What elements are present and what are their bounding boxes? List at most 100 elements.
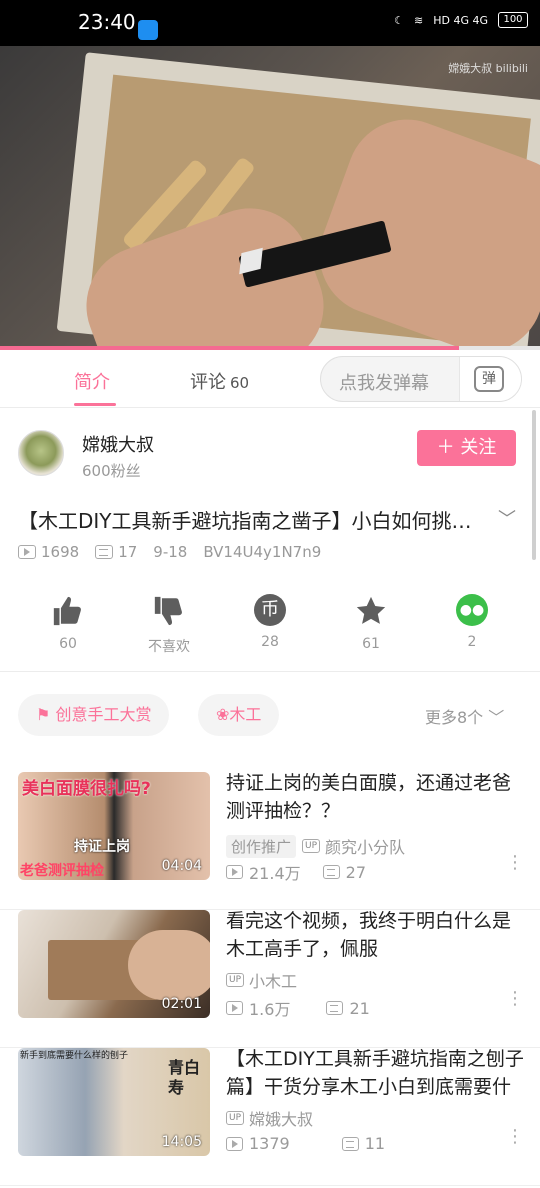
favorite-count: 61 xyxy=(362,636,380,652)
dislike-label: 不喜欢 xyxy=(148,639,190,655)
tab-active-indicator xyxy=(74,403,116,406)
thumb-caption: 美白面膜很扎吗? xyxy=(22,779,151,799)
author-name[interactable]: 嫦娥大叔 xyxy=(82,431,154,457)
follow-button[interactable]: ＋ 关注 xyxy=(417,430,516,466)
uploader-name: 小木工 xyxy=(249,972,298,991)
status-time: 23:40 xyxy=(78,10,136,34)
play-count-icon xyxy=(226,1136,243,1151)
tab-comments-count: 60 xyxy=(230,374,250,392)
video-thumbnail[interactable]: 美白面膜很扎吗? 持证上岗 老爸测评抽检 04:04 xyxy=(18,772,210,880)
danmaku-count: 11 xyxy=(364,1134,386,1153)
more-options-icon[interactable]: ⋮ xyxy=(506,1128,524,1146)
thumbs-down-icon xyxy=(152,594,186,628)
uploader-row: 创作推广 UP 颜究小分队 xyxy=(226,834,405,858)
more-options-icon[interactable]: ⋮ xyxy=(506,854,524,872)
promo-badge: 创作推广 xyxy=(226,834,297,858)
thumb-hand xyxy=(128,930,210,1000)
author-fans: 600粉丝 xyxy=(82,462,141,480)
video-duration: 04:04 xyxy=(161,858,202,874)
tab-intro[interactable]: 简介 xyxy=(74,368,110,394)
danmaku-count: 17 xyxy=(118,543,138,561)
thumb-caption: 青白寿 xyxy=(168,1058,201,1097)
view-count: 1698 xyxy=(41,543,80,561)
play-count-icon xyxy=(18,545,36,559)
video-watermark: 嫦娥大叔 bilibili xyxy=(448,62,528,75)
battery-icon: 100 xyxy=(498,12,528,28)
tab-comments[interactable]: 评论 60 xyxy=(190,368,249,394)
danmaku-placeholder: 点我发弹幕 xyxy=(339,373,429,394)
coin-count: 28 xyxy=(261,634,279,650)
action-bar: 60 不喜欢 币 28 61 ●● 2 xyxy=(0,594,540,672)
like-count: 60 xyxy=(59,636,77,652)
chevron-down-icon: ﹀ xyxy=(488,708,505,727)
tab-comments-label: 评论 xyxy=(190,372,226,393)
flag-icon: ⚑ xyxy=(36,705,51,724)
danmaku-count-icon xyxy=(322,865,340,879)
danmaku-count: 27 xyxy=(345,862,366,882)
video-title[interactable]: 【木工DIY工具新手避坑指南之凿子】小白如何挑选凿子 xyxy=(18,505,488,534)
publish-date: 9-18 xyxy=(153,543,188,561)
tag-chip[interactable]: ⚑ 创意手工大赏 xyxy=(18,694,170,736)
recommendation-title: 持证上岗的美白面膜，还通过老爸测评抽检？？ xyxy=(226,772,512,822)
danmaku-count-icon xyxy=(341,1136,359,1151)
up-badge-icon: UP xyxy=(226,973,245,987)
plus-icon: ＋ xyxy=(436,437,455,458)
status-bar: 23:40 ☾ ≋ HD 4G 4G 100 xyxy=(0,0,540,46)
video-duration: 02:01 xyxy=(161,996,202,1012)
view-count: 21.4万 xyxy=(249,864,301,883)
share-button[interactable]: ●● 2 xyxy=(422,594,522,650)
thumb-caption: 持证上岗 xyxy=(74,839,130,855)
favorite-button[interactable]: 61 xyxy=(321,594,421,652)
recommendation-title: 【木工DIY工具新手避坑指南之刨子篇】干货分享木工小白到底需要什么样的刨子 xyxy=(226,1048,524,1098)
list-item[interactable]: 02:01 看完这个视频，我终于明白什么是木工高手了，佩服 UP 小木工 1.6万… xyxy=(0,910,540,1048)
up-badge-icon: UP xyxy=(302,839,321,853)
video-stats: 1698 17 9-18 BV14U4y1N7n9 xyxy=(18,543,337,561)
video-duration: 14:05 xyxy=(161,1134,202,1150)
tag-chip[interactable]: ❀木工 xyxy=(198,694,280,736)
chevron-down-icon[interactable]: ﹀ xyxy=(498,505,516,531)
danmaku-count: 21 xyxy=(349,998,370,1018)
more-tags-label: 更多8个 xyxy=(425,708,484,727)
recommendation-title: 看完这个视频，我终于明白什么是木工高手了，佩服 xyxy=(226,910,512,960)
tag-label: 创意手工大赏 xyxy=(55,705,152,724)
video-thumbnail[interactable]: 02:01 xyxy=(18,910,210,1018)
danmaku-count-icon xyxy=(95,545,114,559)
danmaku-count-icon xyxy=(326,1001,344,1015)
coin-button[interactable]: 币 28 xyxy=(220,594,320,650)
bvid: BV14U4y1N7n9 xyxy=(203,543,322,561)
avatar[interactable] xyxy=(18,430,64,476)
moon-icon: ☾ xyxy=(394,13,404,27)
danmaku-input[interactable]: 点我发弹幕 弹 xyxy=(320,356,522,402)
wechat-icon: ●● xyxy=(456,594,488,626)
uploader-row: UP 嫦娥大叔 xyxy=(226,1106,313,1130)
stats-row: 1.6万 21 xyxy=(226,996,370,1020)
play-count-icon xyxy=(226,865,243,879)
stats-row: 21.4万 27 xyxy=(226,860,366,884)
more-tags-button[interactable]: 更多8个 ﹀ xyxy=(425,704,504,728)
tag-label: 木工 xyxy=(229,705,262,724)
view-count: 1.6万 xyxy=(249,1000,291,1019)
uploader-row: UP 小木工 xyxy=(226,968,297,992)
like-button[interactable]: 60 xyxy=(18,594,118,652)
danmaku-settings-button[interactable]: 弹 xyxy=(459,357,521,401)
dots-icon: ❀ xyxy=(216,705,230,724)
list-item[interactable]: 美白面膜很扎吗? 持证上岗 老爸测评抽检 04:04 持证上岗的美白面膜，还通过… xyxy=(0,772,540,910)
uploader-name: 嫦娥大叔 xyxy=(249,1110,314,1129)
wifi-icon: ≋ xyxy=(414,13,424,27)
coin-icon: 币 xyxy=(254,594,286,626)
video-thumbnail[interactable]: 新手到底需要什么样的刨子 青白寿 14:05 xyxy=(18,1048,210,1156)
network-indicator: HD 4G 4G xyxy=(433,13,488,27)
status-indicators: ☾ ≋ HD 4G 4G 100 xyxy=(394,12,528,28)
scrollbar[interactable] xyxy=(532,410,536,560)
video-player[interactable]: 嫦娥大叔 bilibili xyxy=(0,46,540,350)
tv-danmaku-icon: 弹 xyxy=(474,366,504,392)
follow-label: 关注 xyxy=(460,437,497,458)
uploader-name: 颜究小分队 xyxy=(325,838,406,857)
stats-row: 1379 11 xyxy=(226,1134,385,1153)
play-count-icon xyxy=(226,1001,243,1015)
android-app-icon xyxy=(138,20,158,40)
star-icon xyxy=(354,594,388,628)
dislike-button[interactable]: 不喜欢 xyxy=(119,594,219,656)
list-item[interactable]: 新手到底需要什么样的刨子 青白寿 14:05 【木工DIY工具新手避坑指南之刨子… xyxy=(0,1048,540,1186)
more-options-icon[interactable]: ⋮ xyxy=(506,990,524,1008)
